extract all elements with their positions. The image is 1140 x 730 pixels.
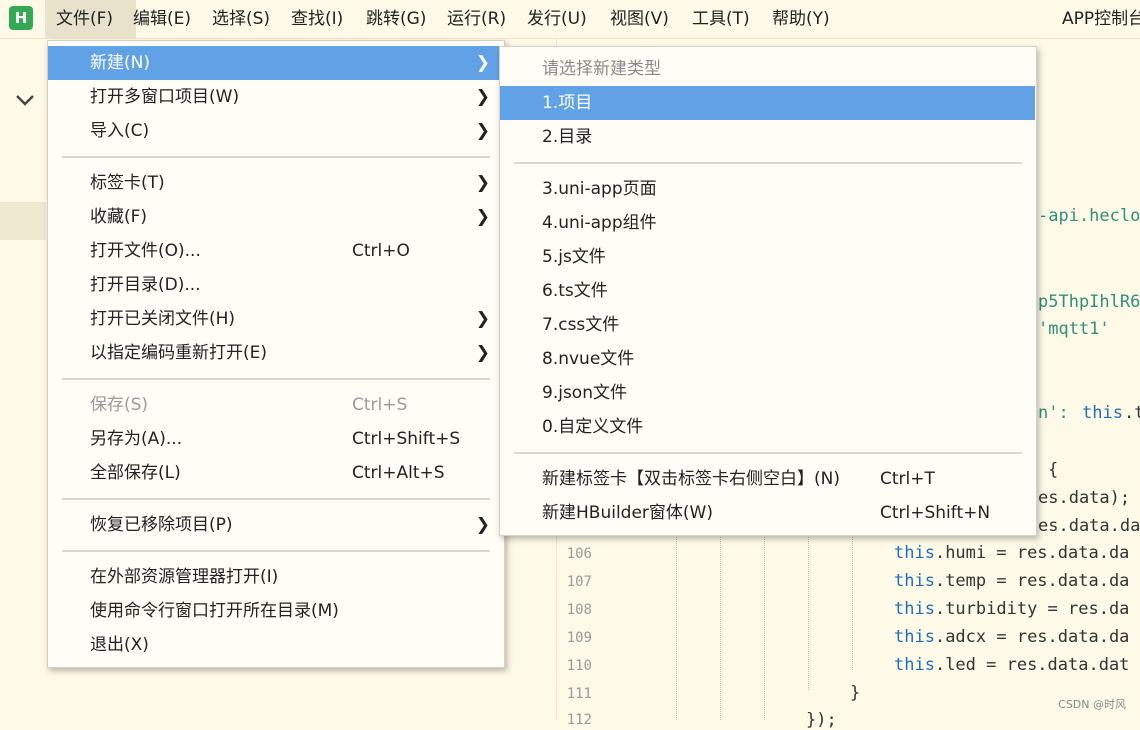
menu-item-new-css-file[interactable]: 7.css文件 <box>500 308 1036 342</box>
menu-item-new-json-file[interactable]: 9.json文件 <box>500 376 1036 410</box>
submenu-header: 请选择新建类型 <box>542 59 661 79</box>
code-line: this.humi = res.data.da <box>894 543 1130 563</box>
chevron-right-icon: ❯ <box>475 515 490 535</box>
menu-item-open-multi-window[interactable]: 打开多窗口项目(W) ❯ <box>48 80 504 114</box>
menu-find[interactable]: 查找(I) <box>291 0 343 38</box>
indent-guide <box>852 530 853 670</box>
chevron-right-icon: ❯ <box>475 87 490 107</box>
code-line: }); <box>806 710 837 730</box>
line-number: 112 <box>566 712 592 728</box>
menu-separator <box>62 378 490 380</box>
menu-item-import[interactable]: 导入(C) ❯ <box>48 114 504 148</box>
menu-separator <box>514 162 1022 164</box>
code-line: this.temp = res.data.da <box>894 571 1130 591</box>
menu-item-reopen-encoding[interactable]: 以指定编码重新打开(E) ❯ <box>48 336 504 370</box>
hbuilder-logo-icon[interactable]: H <box>9 6 33 30</box>
menubar: H 文件(F) 编辑(E) 选择(S) 查找(I) 跳转(G) 运行(R) 发行… <box>0 0 1140 39</box>
line-number: 111 <box>566 686 592 702</box>
chevron-right-icon: ❯ <box>475 53 490 73</box>
code-keyword: this <box>1082 403 1123 423</box>
menu-separator <box>62 156 490 158</box>
indent-guide <box>720 530 721 720</box>
menu-item-save: 保存(S) Ctrl+S <box>90 395 408 415</box>
indent-guide <box>808 530 809 690</box>
menu-item-new-tab[interactable]: 新建标签卡【双击标签卡右侧空白】(N) Ctrl+T <box>500 462 1036 496</box>
menu-item-open-in-cmd[interactable]: 使用命令行窗口打开所在目录(M) <box>48 594 504 628</box>
menu-item-open-closed[interactable]: 打开已关闭文件(H) ❯ <box>48 302 504 336</box>
code-fragment: .t <box>1124 403 1140 423</box>
menu-item-save-as[interactable]: 另存为(A)... Ctrl+Shift+S <box>48 422 504 456</box>
menu-goto[interactable]: 跳转(G) <box>366 0 426 38</box>
menu-item-new-project[interactable]: 1.项目 <box>500 86 1035 120</box>
code-line: this.led = res.data.dat <box>894 655 1130 675</box>
menu-item-new-custom-file[interactable]: 0.自定义文件 <box>500 410 1036 444</box>
menu-view[interactable]: 视图(V) <box>610 0 669 38</box>
menu-separator <box>514 452 1022 454</box>
watermark: CSDN @时风 <box>1058 698 1126 711</box>
menu-run[interactable]: 运行(R) <box>447 0 506 38</box>
code-line: this.adcx = res.data.da <box>894 627 1130 647</box>
line-number: 109 <box>566 630 592 646</box>
menu-item-open-dir[interactable]: 打开目录(D)... <box>48 268 504 302</box>
menu-item-new-nvue-file[interactable]: 8.nvue文件 <box>500 342 1036 376</box>
chevron-right-icon: ❯ <box>475 309 490 329</box>
menu-help[interactable]: 帮助(Y) <box>772 0 830 38</box>
menu-select[interactable]: 选择(S) <box>212 0 270 38</box>
chevron-right-icon: ❯ <box>475 207 490 227</box>
code-fragment: n': <box>1038 403 1079 423</box>
menu-item-new-uniapp-page[interactable]: 3.uni-app页面 <box>500 172 1036 206</box>
menu-separator <box>62 498 490 500</box>
new-submenu: 请选择新建类型 1.项目 2.目录 3.uni-app页面 4.uni-app组… <box>499 46 1037 536</box>
menu-tools[interactable]: 工具(T) <box>692 0 750 38</box>
code-fragment: -api.heclo <box>1038 206 1140 226</box>
line-number: 110 <box>566 658 592 674</box>
menu-item-new-js-file[interactable]: 5.js文件 <box>500 240 1036 274</box>
menu-item-exit[interactable]: 退出(X) <box>48 628 504 662</box>
indent-guide <box>764 530 765 720</box>
menu-separator <box>62 550 490 552</box>
menu-edit[interactable]: 编辑(E) <box>133 0 191 38</box>
menu-item-tabs[interactable]: 标签卡(T) ❯ <box>48 166 504 200</box>
chevron-right-icon: ❯ <box>475 173 490 193</box>
chevron-down-icon[interactable] <box>14 90 36 110</box>
menu-item-open-file[interactable]: 打开文件(O)... Ctrl+O <box>48 234 504 268</box>
menu-item-restore-removed[interactable]: 恢复已移除项目(P) ❯ <box>48 508 504 542</box>
line-number: 106 <box>566 546 592 562</box>
menu-publish[interactable]: 发行(U) <box>527 0 587 38</box>
code-fragment: es.data); <box>1038 488 1131 508</box>
menu-item-save-all[interactable]: 全部保存(L) Ctrl+Alt+S <box>48 456 504 490</box>
chevron-right-icon: ❯ <box>475 121 490 141</box>
code-fragment: es.data.da <box>1038 516 1140 536</box>
code-line: this.turbidity = res.da <box>894 599 1130 619</box>
code-line: } <box>850 683 861 703</box>
line-number: 108 <box>566 602 592 618</box>
file-menu: 新建(N) ❯ 打开多窗口项目(W) ❯ 导入(C) ❯ 标签卡(T) ❯ 收藏… <box>47 40 505 668</box>
code-fragment: p5ThpIhlR6 <box>1038 292 1140 312</box>
menu-item-new-uniapp-component[interactable]: 4.uni-app组件 <box>500 206 1036 240</box>
menu-file[interactable]: 文件(F) <box>45 0 136 38</box>
menu-item-new-directory[interactable]: 2.目录 <box>500 120 1036 154</box>
project-tree-selected-row[interactable] <box>0 202 46 240</box>
window-title: APP控制台 <box>1062 9 1140 29</box>
menu-item-new[interactable]: 新建(N) ❯ <box>48 46 504 80</box>
code-fragment: 'mqtt1' <box>1038 319 1110 339</box>
code-fragment: { <box>1048 460 1059 480</box>
line-number: 107 <box>566 574 592 590</box>
chevron-right-icon: ❯ <box>475 343 490 363</box>
menu-item-favorites[interactable]: 收藏(F) ❯ <box>48 200 504 234</box>
menu-item-new-window[interactable]: 新建HBuilder窗体(W) Ctrl+Shift+N <box>500 496 1036 530</box>
menu-item-new-ts-file[interactable]: 6.ts文件 <box>500 274 1036 308</box>
indent-guide <box>676 530 677 720</box>
menu-item-open-in-explorer[interactable]: 在外部资源管理器打开(I) <box>48 560 504 594</box>
